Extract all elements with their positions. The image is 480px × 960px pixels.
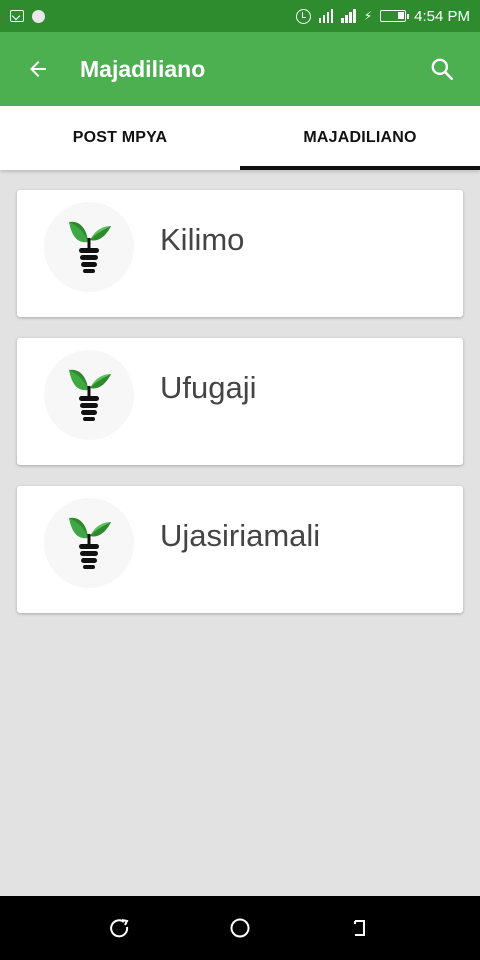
recent-apps-button[interactable] [100,908,140,948]
app-bar: Majadiliano [0,32,480,106]
dot-icon [32,9,45,23]
status-time: 4:54 PM [414,7,470,25]
home-icon [230,918,250,938]
alarm-icon [295,8,311,24]
signal-icon [318,9,334,23]
home-button[interactable] [220,908,260,948]
category-label: Ujasiriamali [160,518,321,553]
battery-icon [380,10,410,22]
status-left [10,9,45,23]
category-label: Ufugaji [160,370,257,405]
page-title: Majadiliano [80,55,206,82]
arrow-left-icon [30,61,46,77]
plant-bulb-icon [44,202,134,292]
notification-icon [10,10,24,22]
category-card-ufugaji[interactable]: Ufugaji [17,338,463,465]
back-nav-button[interactable] [340,908,380,948]
status-bar: ⚡ 4:54 PM [0,0,480,32]
signal-icon [341,9,356,23]
tab-bar: POST MPYA MAJADILIANO [0,106,480,170]
plant-bulb-icon [44,350,134,440]
charging-icon: ⚡ [363,9,373,23]
back-button[interactable] [20,51,56,87]
search-button[interactable] [424,51,460,87]
category-list: Kilimo Ufugaji Ujasiriamali [17,190,463,634]
search-icon [431,58,454,81]
tab-majadiliano[interactable]: MAJADILIANO [240,106,480,170]
recent-apps-icon [110,919,129,938]
back-icon [354,920,365,936]
plant-bulb-icon [44,498,134,588]
category-card-kilimo[interactable]: Kilimo [17,190,463,317]
system-nav-bar [0,896,480,960]
tab-post-mpya[interactable]: POST MPYA [0,106,240,170]
category-card-ujasiriamali[interactable]: Ujasiriamali [17,486,463,613]
category-label: Kilimo [160,222,245,257]
status-right: ⚡ 4:54 PM [295,7,470,25]
